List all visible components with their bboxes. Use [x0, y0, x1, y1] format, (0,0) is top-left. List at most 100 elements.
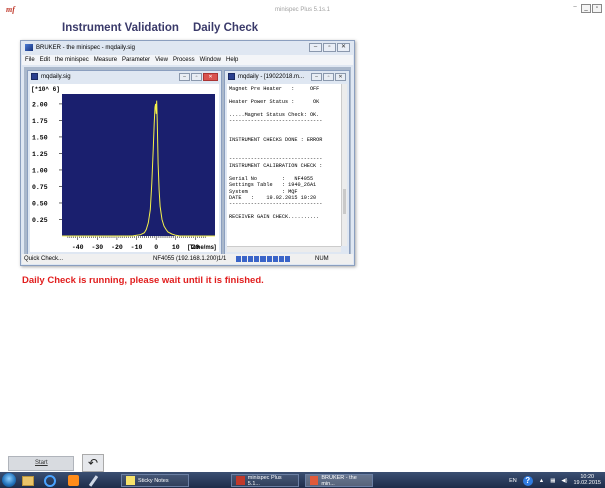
plot-window-title-text: mqdaily.sig — [41, 73, 71, 80]
clock-date: 19.02.2015 — [573, 479, 601, 486]
progress-segment — [284, 256, 290, 262]
plot-restore-button[interactable]: ▫ — [191, 73, 202, 81]
status-mode: Quick Check... — [24, 256, 64, 262]
x-tick-label: -30 — [91, 244, 103, 251]
system-tray: EN ? ▲ ▦ ◀) 10:20 19.02.2015 — [509, 474, 601, 487]
status-instrument: NF4055 (192.168.1.200) — [153, 256, 219, 262]
taskbar: Sticky Notes minispec Plus 5.1... BRUKER… — [0, 472, 605, 488]
mdi-client-area: mqdaily.sig – ▫ ✕ 0.25 0.50 0.75 1.00 1.25 1.… — [24, 67, 351, 255]
y-axis-label: [*10^ 6] — [31, 86, 60, 93]
report-window-title: mqdaily - [19022018.m... — [228, 73, 304, 80]
dash-icon: – — [573, 4, 577, 10]
language-indicator[interactable]: EN — [509, 478, 517, 484]
report-child-window: mqdaily - [19022018.m... – ▫ ✕ Magnet Pr… — [224, 70, 350, 255]
app-window-controls: – ▫ ✕ — [309, 43, 350, 52]
menu-bar: File Edit the minispec Measure Parameter… — [22, 55, 353, 65]
status-bar: Quick Check... NF4055 (192.168.1.200) 1/… — [22, 254, 353, 264]
signal-file-icon — [31, 73, 38, 80]
menu-help[interactable]: Help — [226, 55, 238, 65]
x-axis-label: [Time/ms] — [188, 245, 216, 251]
app-minimize-button[interactable]: – — [309, 43, 322, 52]
app-close-button[interactable]: ✕ — [337, 43, 350, 52]
report-vertical-scrollbar[interactable] — [341, 84, 347, 246]
window-controls: – _ ▫ — [570, 4, 602, 13]
page-title: Instrument Validation — [62, 22, 179, 34]
app-window-title: BRUKER - the minispec - mqdaily.sig — [25, 44, 135, 51]
status-message: Daily Check is running, please wait unti… — [22, 275, 264, 286]
plot-window-title: mqdaily.sig — [31, 73, 71, 80]
menu-process[interactable]: Process — [173, 55, 195, 65]
report-window-controls: – ▫ ✕ — [311, 73, 346, 81]
clock[interactable]: 10:20 19.02.2015 — [573, 474, 601, 486]
bruker-app-icon — [25, 44, 33, 51]
x-tick-label: 10 — [172, 244, 180, 251]
progress-segment — [248, 256, 254, 262]
y-tick-label: 0.25 — [32, 217, 48, 224]
undo-icon: ↶ — [87, 456, 99, 470]
menu-edit[interactable]: Edit — [40, 55, 50, 65]
internet-explorer-icon[interactable] — [44, 474, 56, 487]
restore-button[interactable]: ▫ — [592, 4, 602, 13]
menu-file[interactable]: File — [25, 55, 35, 65]
menu-the-minispec[interactable]: the minispec — [55, 55, 89, 65]
y-tick-label: 2.00 — [32, 101, 48, 108]
volume-icon[interactable]: ◀) — [561, 478, 567, 484]
page-heading: Instrument Validation Daily Check — [62, 22, 258, 34]
y-tick-label: 1.50 — [32, 134, 48, 141]
help-icon[interactable]: ? — [522, 475, 533, 486]
y-tick-label: 0.50 — [32, 200, 48, 207]
report-restore-button[interactable]: ▫ — [323, 73, 334, 81]
progress-segment — [278, 256, 284, 262]
x-tick-label: 0 — [154, 244, 158, 251]
signal-plot: 0.25 0.50 0.75 1.00 1.25 1.50 1.75 2.00 -40 -30 -2… — [30, 84, 219, 252]
plot-area — [62, 94, 215, 236]
scrollbar-thumb[interactable] — [343, 189, 346, 214]
signal-chart: 0.25 0.50 0.75 1.00 1.25 1.50 1.75 2.00 -40 -30 -2… — [31, 86, 216, 251]
bruker-icon — [310, 476, 319, 485]
window-title: minispec Plus 5.1s.1 — [274, 7, 331, 13]
minispec-icon — [236, 476, 245, 485]
taskbar-item-label: BRUKER - the min... — [321, 474, 357, 487]
progress-segment — [236, 256, 242, 262]
network-icon[interactable]: ▦ — [550, 478, 555, 484]
app-restore-button[interactable]: ▫ — [323, 43, 336, 52]
menu-parameter[interactable]: Parameter — [122, 55, 150, 65]
menu-measure[interactable]: Measure — [94, 55, 117, 65]
minimize-button[interactable]: _ — [581, 4, 591, 13]
progress-segment — [266, 256, 272, 262]
plot-minimize-button[interactable]: – — [179, 73, 190, 81]
y-tick-label: 1.00 — [32, 167, 48, 174]
media-player-icon[interactable] — [68, 474, 79, 487]
menu-view[interactable]: View — [155, 55, 168, 65]
x-tick-label: -40 — [72, 244, 84, 251]
status-page: 1/1 — [218, 256, 227, 262]
undo-button[interactable]: ↶ — [82, 454, 104, 472]
report-window-title-text: mqdaily - [19022018.m... — [238, 73, 305, 80]
app-window-title-text: BRUKER - the minispec - mqdaily.sig — [36, 44, 135, 51]
menu-window[interactable]: Window — [200, 55, 221, 65]
x-tick-label: -20 — [111, 244, 123, 251]
taskbar-minispec-plus[interactable]: minispec Plus 5.1... — [231, 474, 299, 487]
taskbar-bruker[interactable]: BRUKER - the min... — [305, 474, 373, 487]
taskbar-item-label: Sticky Notes — [138, 477, 169, 484]
plot-close-button[interactable]: ✕ — [203, 73, 218, 81]
report-horizontal-scrollbar[interactable] — [227, 246, 341, 252]
y-tick-label: 0.75 — [32, 184, 48, 191]
tray-arrow-icon[interactable]: ▲ — [539, 478, 544, 484]
report-file-icon — [228, 73, 235, 80]
report-text[interactable]: Magnet Pre Heater : OFF Heater Power Sta… — [227, 84, 341, 246]
y-tick-label: 1.25 — [32, 151, 48, 158]
pen-tool-icon[interactable] — [88, 474, 99, 487]
progress-segment — [260, 256, 266, 262]
x-tick-label: -10 — [131, 244, 143, 251]
progress-segment — [272, 256, 278, 262]
windows-start-orb[interactable] — [2, 473, 16, 487]
start-button[interactable]: Start — [8, 456, 74, 471]
taskbar-sticky-notes[interactable]: Sticky Notes — [121, 474, 189, 487]
report-close-button[interactable]: ✕ — [335, 73, 346, 81]
report-line: RECEIVER GAIN CHECK.......... — [229, 214, 320, 221]
explorer-icon[interactable] — [22, 474, 34, 487]
taskbar-item-label: minispec Plus 5.1... — [247, 474, 282, 487]
progress-segment — [254, 256, 260, 262]
report-minimize-button[interactable]: – — [311, 73, 322, 81]
